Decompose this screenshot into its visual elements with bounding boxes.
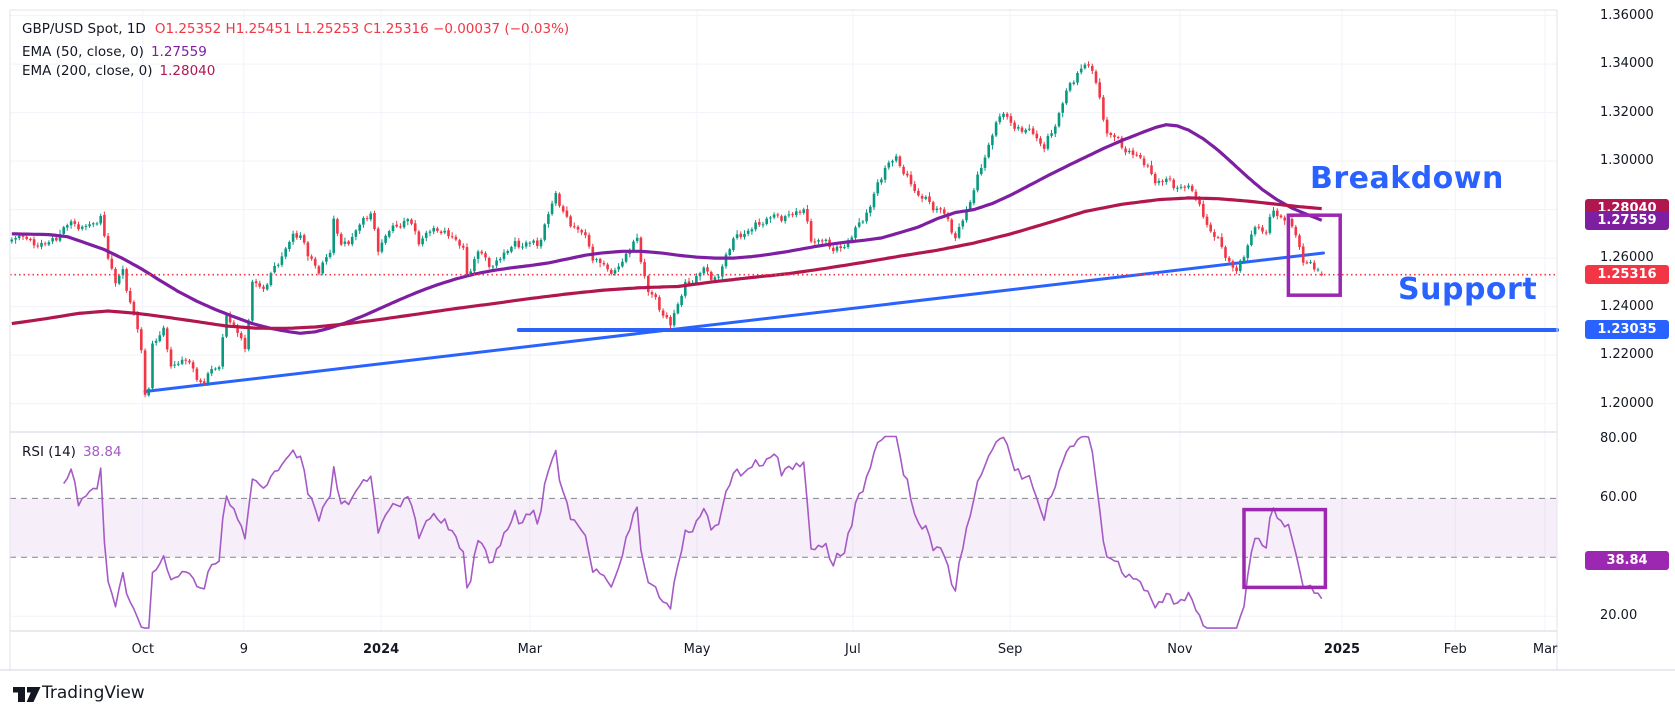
tradingview-logo-icon[interactable] — [13, 684, 41, 706]
time-axis-label-nov: Nov — [1138, 642, 1222, 657]
ema200-label: EMA (200, close, 0) — [22, 63, 153, 79]
ema200-line[interactable] — [12, 198, 1322, 329]
tradingview-chart-window: GBP/USD Spot, 1D O1.25352 H1.25451 L1.252… — [0, 0, 1675, 718]
time-axis-label-mar: Mar — [1503, 642, 1587, 657]
symbol-legend[interactable]: GBP/USD Spot, 1D O1.25352 H1.25451 L1.252… — [22, 21, 569, 37]
time-axis-label-mar: Mar — [488, 642, 572, 657]
symbol-title: GBP/USD Spot, 1D — [22, 21, 146, 37]
ema50-value: 1.27559 — [151, 44, 207, 60]
rsi-axis-label: 20.00 — [1600, 608, 1637, 623]
candle-bodies-up — [11, 65, 1320, 396]
time-axis-label-jul: Jul — [811, 642, 895, 657]
rsi-legend[interactable]: RSI (14) 38.84 — [22, 444, 122, 460]
time-axis-label-may: May — [655, 642, 739, 657]
time-axis-label-9: 9 — [202, 642, 286, 657]
time-axis-label-2025: 2025 — [1300, 642, 1384, 657]
ema50-legend[interactable]: EMA (50, close, 0) 1.27559 — [22, 44, 207, 60]
price-axis-label: 1.30000 — [1600, 153, 1654, 168]
price-axis-label: 1.32000 — [1600, 105, 1654, 120]
support-annotation[interactable]: Support — [1398, 272, 1537, 307]
price-badge-last-price: 1.25316 — [1585, 265, 1669, 284]
breakdown-annotation[interactable]: Breakdown — [1310, 161, 1504, 196]
price-badge-support-level: 1.23035 — [1585, 320, 1669, 339]
rsi-axis-label: 60.00 — [1600, 490, 1637, 505]
price-axis-label: 1.26000 — [1600, 250, 1654, 265]
ema50-line[interactable] — [12, 125, 1322, 334]
support-trendline[interactable] — [145, 253, 1323, 392]
candle-wicks-down — [23, 61, 1322, 397]
rsi-value: 38.84 — [83, 444, 122, 460]
time-axis-label-sep: Sep — [968, 642, 1052, 657]
price-axis-label: 1.36000 — [1600, 8, 1654, 23]
ema200-value: 1.28040 — [160, 63, 216, 79]
time-axis-label-oct: Oct — [101, 642, 185, 657]
candle-bodies-down — [22, 64, 1323, 394]
rsi-badge: 38.84 — [1585, 551, 1669, 570]
tradingview-brand[interactable]: TradingView — [42, 683, 145, 703]
price-badge-ema50: 1.27559 — [1585, 211, 1669, 230]
price-axis-label: 1.20000 — [1600, 396, 1654, 411]
ema50-label: EMA (50, close, 0) — [22, 44, 144, 60]
rsi-axis-label: 80.00 — [1600, 431, 1637, 446]
chart-canvas[interactable] — [0, 0, 1675, 718]
ohlc-values: O1.25352 H1.25451 L1.25253 C1.25316 −0.0… — [155, 21, 569, 37]
price-axis-label: 1.22000 — [1600, 347, 1654, 362]
time-axis-label-2024: 2024 — [339, 642, 423, 657]
price-axis-label: 1.34000 — [1600, 56, 1654, 71]
price-axis-label: 1.24000 — [1600, 299, 1654, 314]
time-axis-label-feb: Feb — [1413, 642, 1497, 657]
ema200-legend[interactable]: EMA (200, close, 0) 1.28040 — [22, 63, 215, 79]
rsi-label: RSI (14) — [22, 444, 76, 460]
